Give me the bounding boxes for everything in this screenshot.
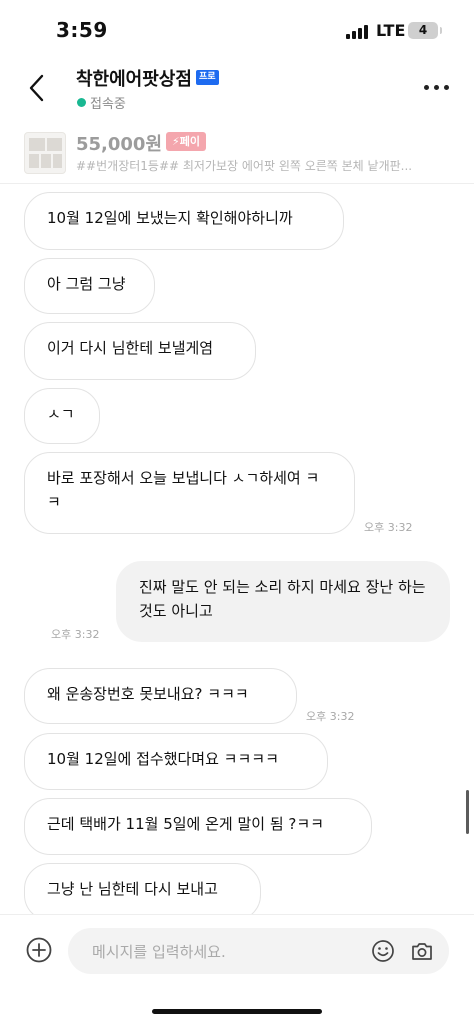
more-horizontal-icon[interactable]	[424, 84, 450, 92]
online-status-text: 접속중	[90, 97, 126, 112]
chevron-left-icon[interactable]	[24, 72, 54, 104]
pay-badge: ⚡페이	[166, 132, 206, 151]
network-label: LTE	[376, 21, 406, 40]
message-bubble[interactable]: 10월 12일에 접수했다며요 ㅋㅋㅋㅋ	[24, 733, 328, 790]
product-price: 55,000원	[76, 134, 163, 155]
message-time: 오후 3:32	[51, 628, 100, 641]
chat-header: 착한에어팟상점 프로 접속중	[0, 60, 474, 120]
message-time: 오후 3:32	[306, 710, 355, 723]
status-bar: 3:59 LTE 4	[0, 0, 474, 60]
battery-icon: 4	[408, 22, 442, 39]
message-bubble[interactable]: 왜 운송장번호 못보내요? ㅋㅋㅋ	[24, 668, 297, 724]
message-bubble[interactable]: 바로 포장해서 오늘 보냅니다 ㅅㄱ하세여 ㅋㅋ	[24, 452, 355, 534]
smile-icon[interactable]	[371, 939, 395, 963]
message-bubble[interactable]: 그냥 난 님한테 다시 보내고	[24, 863, 261, 914]
product-thumbnail[interactable]	[24, 132, 66, 174]
message-bubble-sent[interactable]: 진짜 말도 안 되는 소리 하지 마세요 장난 하는 것도 아니고	[116, 561, 450, 642]
message-bubble[interactable]: 10월 12일에 보냈는지 확인해야하니까	[24, 192, 344, 250]
message-bubble[interactable]: ㅅㄱ	[24, 388, 100, 444]
message-input-bar: 메시지를 입력하세요.	[0, 914, 474, 982]
pro-badge: 프로	[196, 70, 219, 85]
scrollbar[interactable]	[466, 790, 469, 834]
plus-circle-icon[interactable]	[26, 937, 52, 963]
message-input[interactable]: 메시지를 입력하세요.	[68, 928, 449, 974]
product-bar[interactable]: 55,000원 ⚡페이 ##번개장터1등## 최저가보장 에어팟 왼쪽 오른쪽 …	[0, 124, 474, 184]
message-time: 오후 3:32	[364, 521, 413, 534]
camera-icon[interactable]	[410, 939, 434, 963]
message-input-placeholder: 메시지를 입력하세요.	[92, 943, 226, 961]
message-bubble[interactable]: 근데 택배가 11월 5일에 온게 말이 됨 ?ㅋㅋ	[24, 798, 372, 855]
home-indicator[interactable]	[152, 1009, 322, 1014]
signal-icon	[346, 25, 370, 39]
product-description: ##번개장터1등## 최저가보장 에어팟 왼쪽 오른쪽 본체 낱개판...	[76, 159, 413, 173]
message-bubble[interactable]: 이거 다시 님한테 보낼게염	[24, 322, 256, 380]
status-time: 3:59	[56, 18, 108, 42]
message-list[interactable]: 10월 12일에 보냈는지 확인해야하니까 아 그럼 그냥 이거 다시 님한테 …	[0, 185, 474, 914]
online-status-dot	[77, 98, 86, 107]
shop-name[interactable]: 착한에어팟상점	[76, 65, 192, 91]
message-bubble[interactable]: 아 그럼 그냥	[24, 258, 155, 314]
